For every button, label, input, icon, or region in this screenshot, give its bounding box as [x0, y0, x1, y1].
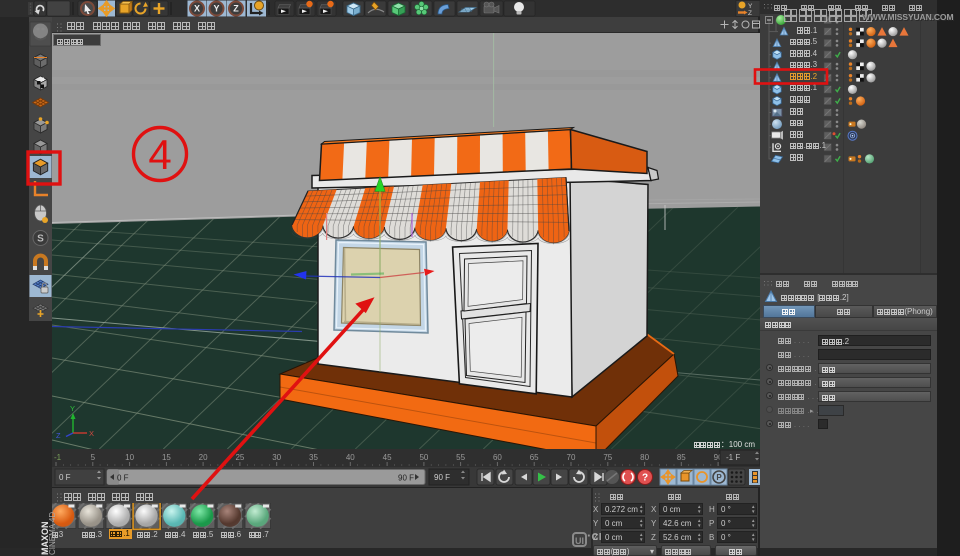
- svg-text:50: 50: [419, 453, 428, 462]
- svg-text:65: 65: [530, 453, 539, 462]
- svg-text:15: 15: [162, 453, 171, 462]
- svg-text:Y: Y: [748, 3, 753, 10]
- svg-text:-1 F: -1 F: [726, 453, 740, 462]
- svg-text:X: X: [194, 4, 200, 14]
- svg-text:X: X: [89, 429, 94, 438]
- svg-text:-1: -1: [54, 453, 62, 462]
- svg-text:60: 60: [493, 453, 502, 462]
- svg-text:80: 80: [640, 453, 649, 462]
- svg-text:Z: Z: [233, 4, 239, 14]
- svg-text:S: S: [37, 234, 44, 245]
- svg-text:90 F: 90 F: [398, 474, 414, 483]
- svg-text:0 F: 0 F: [59, 473, 71, 482]
- svg-text:90 F: 90 F: [434, 473, 450, 482]
- svg-text:35: 35: [309, 453, 318, 462]
- svg-text:?: ?: [642, 473, 648, 484]
- svg-text:10: 10: [125, 453, 134, 462]
- svg-text:Y: Y: [70, 404, 75, 413]
- svg-text:85: 85: [677, 453, 686, 462]
- svg-text:40: 40: [346, 453, 355, 462]
- svg-text:55: 55: [456, 453, 465, 462]
- svg-text:25: 25: [235, 453, 244, 462]
- svg-text:20: 20: [199, 453, 208, 462]
- svg-text:P: P: [716, 473, 722, 482]
- svg-text:30: 30: [272, 453, 281, 462]
- svg-text:5: 5: [91, 453, 96, 462]
- svg-text:Z: Z: [56, 431, 61, 440]
- svg-text:70: 70: [567, 453, 576, 462]
- svg-text:Y: Y: [213, 4, 219, 14]
- svg-text:45: 45: [383, 453, 392, 462]
- svg-text:75: 75: [603, 453, 612, 462]
- svg-text:Z: Z: [748, 10, 752, 17]
- svg-text:0 F: 0 F: [117, 474, 129, 483]
